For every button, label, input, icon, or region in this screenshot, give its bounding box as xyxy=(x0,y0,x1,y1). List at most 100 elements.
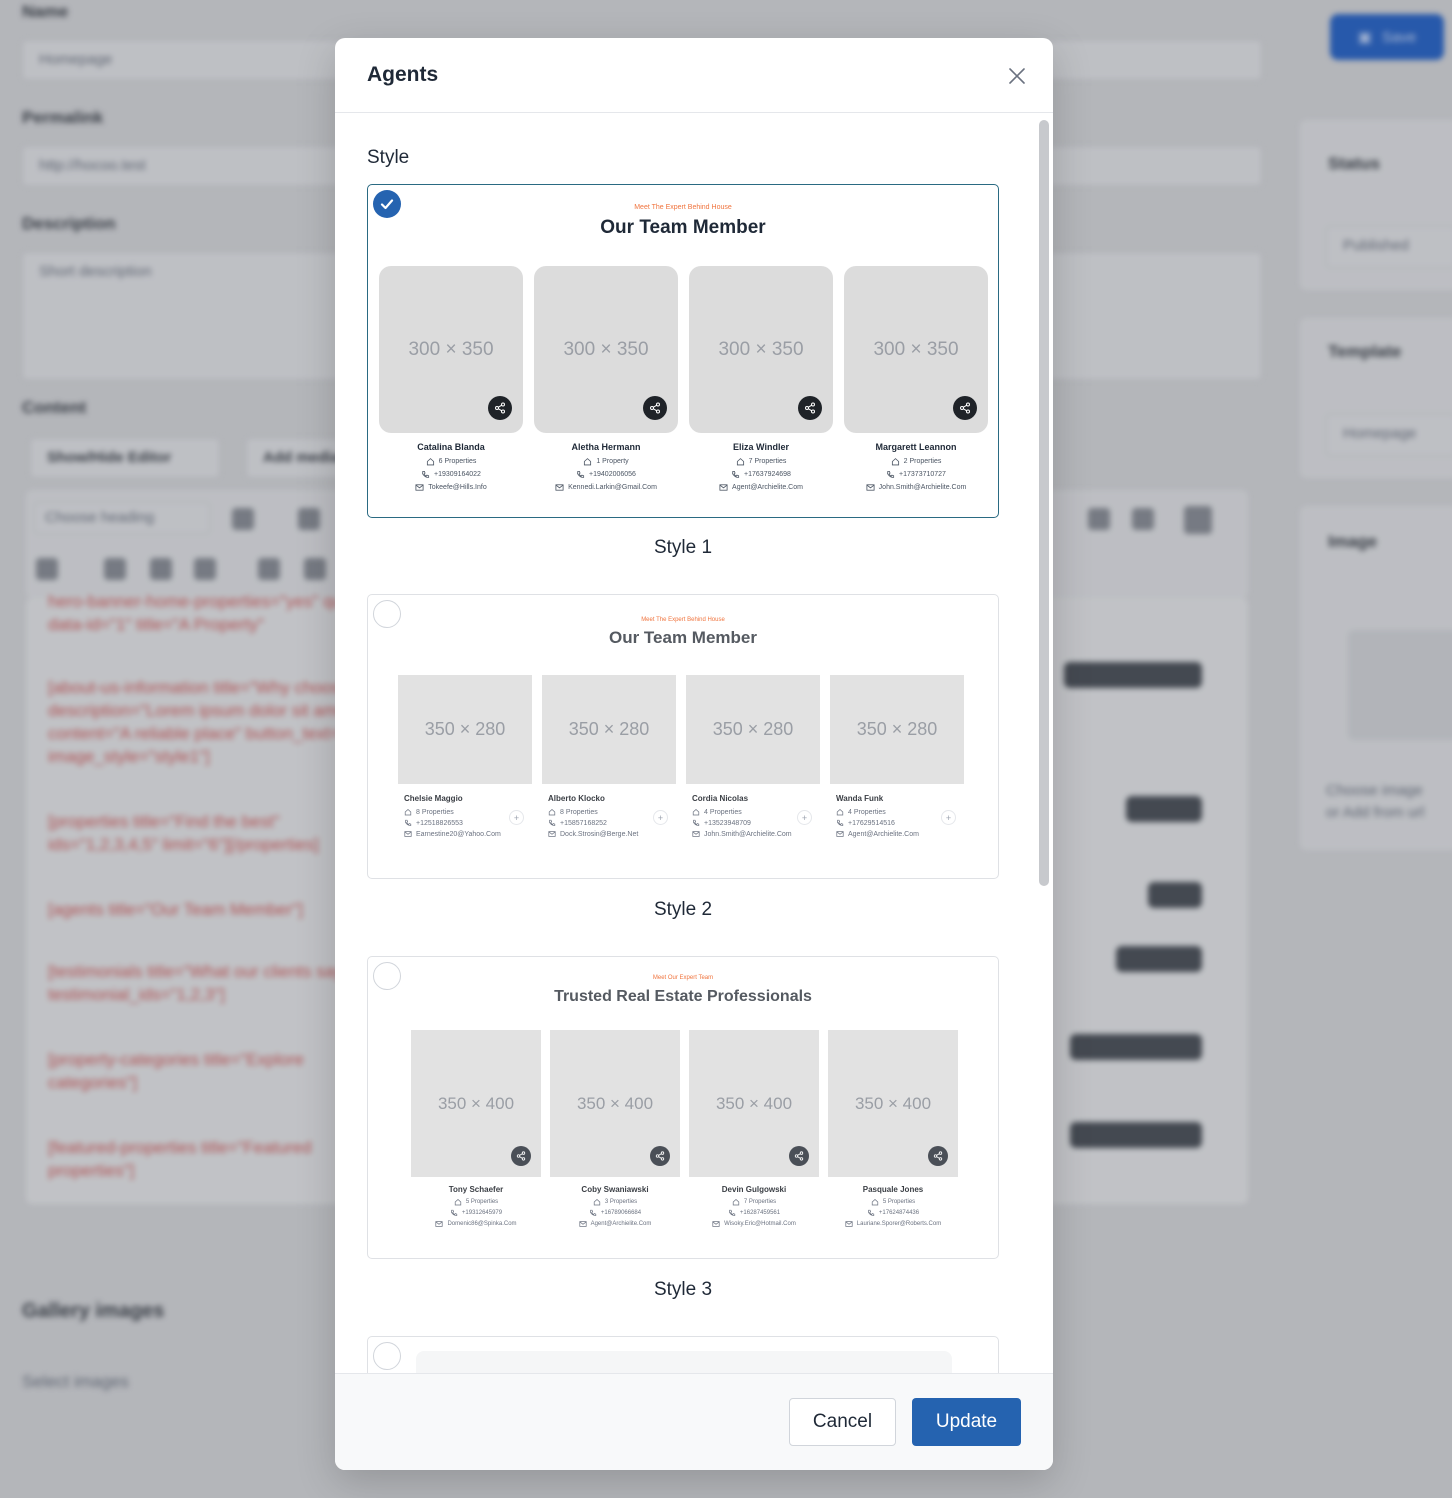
phone-icon xyxy=(577,470,585,478)
agent-name: Tony Schaefer xyxy=(448,1185,504,1194)
share-icon xyxy=(798,396,822,420)
preview-subtitle: Meet The Expert Behind House xyxy=(641,617,725,623)
home-icon xyxy=(548,808,556,816)
agent-name: Alberto Klocko xyxy=(548,794,605,803)
email-address: Agent@Archielite.Com xyxy=(732,484,803,491)
agent-info: Alberto Klocko 8 Properties +15857168252… xyxy=(542,794,676,841)
agent-card: 350 × 280 Cordia Nicolas 4 Properties +1… xyxy=(686,675,820,841)
email-address: Agent@Archielite.Com xyxy=(848,830,919,838)
agent-email: Kennedi.Larkin@Gmail.Com xyxy=(555,483,657,492)
style-option-1[interactable]: Meet The Expert Behind House Our Team Me… xyxy=(367,184,999,518)
modal-footer: Cancel Update xyxy=(335,1373,1053,1470)
mail-icon xyxy=(435,1221,443,1227)
plus-icon: + xyxy=(797,810,812,825)
agent-phone: +19309164022 xyxy=(421,470,481,479)
properties-count: 3 Properties xyxy=(604,1199,638,1205)
photo-size-label: 300 × 350 xyxy=(718,338,804,360)
photo-size-label: 350 × 400 xyxy=(715,1093,793,1113)
email-address: Earnestine20@Yahoo.Com xyxy=(416,830,501,838)
properties-count: 5 Properties xyxy=(882,1199,916,1205)
phone-icon xyxy=(422,470,430,478)
home-icon xyxy=(426,458,434,466)
style-caption: Style 2 xyxy=(653,899,713,920)
phone-icon xyxy=(549,819,556,826)
share-icon xyxy=(928,1146,948,1166)
properties-count: 8 Properties xyxy=(416,808,454,816)
photo-size-label: 300 × 350 xyxy=(563,338,649,360)
agent-email: Agent@Archielite.Com xyxy=(836,830,919,838)
email-address: Kennedi.Larkin@Gmail.Com xyxy=(568,484,657,491)
share-icon xyxy=(511,1146,531,1166)
agent-properties: 8 Properties xyxy=(548,808,638,816)
mail-icon xyxy=(415,484,424,491)
email-address: Lauriane.Sporer@Roberts.Com xyxy=(856,1221,942,1227)
preview-heading: Trusted Real Estate Professionals xyxy=(554,988,812,1005)
agent-card: 350 × 280 Chelsie Maggio 8 Properties +1… xyxy=(398,675,532,841)
home-icon xyxy=(836,808,844,816)
photo-size-label: 300 × 350 xyxy=(873,338,959,360)
agent-properties: 2 Properties xyxy=(891,457,942,466)
agent-phone: +19402006056 xyxy=(576,470,636,479)
email-address: Domenic86@Spinka.Com xyxy=(447,1221,517,1227)
agent-info: Chelsie Maggio 8 Properties +12518826553… xyxy=(398,794,532,841)
modal-body: Style Meet The Expert Behind House Our T… xyxy=(335,114,1053,1373)
style-caption: Style 3 xyxy=(653,1279,713,1300)
cancel-button[interactable]: Cancel xyxy=(789,1398,896,1446)
style-radio[interactable] xyxy=(373,962,401,990)
agent-name: Chelsie Maggio xyxy=(404,794,463,803)
photo-size-label: 350 × 280 xyxy=(424,719,506,739)
phone-icon xyxy=(589,1209,597,1216)
photo-size-label: 300 × 350 xyxy=(408,338,494,360)
agent-photo-placeholder: 350 × 400 xyxy=(828,1030,958,1177)
share-icon xyxy=(650,1146,670,1166)
properties-count: 2 Properties xyxy=(903,458,942,465)
phone-icon xyxy=(867,1209,875,1216)
agent-phone: +17624874436 xyxy=(867,1209,919,1217)
agent-properties: 4 Properties xyxy=(692,808,792,816)
mail-icon xyxy=(712,1221,720,1227)
agent-name: Aletha Hermann xyxy=(571,442,641,452)
update-button[interactable]: Update xyxy=(912,1398,1021,1446)
modal-title: Agents xyxy=(367,63,439,86)
phone-number: +17629514516 xyxy=(848,819,895,827)
agent-photo-placeholder: 350 × 400 xyxy=(550,1030,680,1177)
agent-photo-placeholder: 300 × 350 xyxy=(379,266,523,433)
phone-icon xyxy=(837,819,844,826)
agent-info: Wanda Funk 4 Properties +17629514516 Age… xyxy=(830,794,964,841)
phone-number: +19402006056 xyxy=(589,471,636,478)
preview-heading: Our Team Member xyxy=(600,217,766,238)
modal-scrollbar[interactable] xyxy=(1039,120,1049,886)
style-preview-placeholder xyxy=(416,1351,952,1373)
agent-name: Wanda Funk xyxy=(836,794,884,803)
home-icon xyxy=(736,458,744,466)
plus-icon: + xyxy=(653,810,668,825)
style-radio[interactable] xyxy=(373,600,401,628)
photo-size-label: 350 × 400 xyxy=(437,1093,515,1113)
agents-modal: Agents Style Meet The Expert Behind Hous… xyxy=(335,38,1053,1470)
preview-subtitle: Meet Our Expert Team xyxy=(652,975,714,981)
agent-properties: 5 Properties xyxy=(871,1198,915,1206)
preview-heading: Our Team Member xyxy=(608,628,757,647)
agent-card: 300 × 350 Aletha Hermann 1 Property +194… xyxy=(534,266,678,496)
agent-card: 350 × 280 Alberto Klocko 8 Properties +1… xyxy=(542,675,676,841)
agent-card: 300 × 350 Margarett Leannon 2 Properties… xyxy=(844,266,988,496)
agent-email: Dock.Strosin@Berge.Net xyxy=(548,830,638,838)
style-option-2[interactable]: Meet The Expert Behind House Our Team Me… xyxy=(367,594,999,879)
close-icon[interactable] xyxy=(1007,66,1027,86)
style-option-4[interactable] xyxy=(367,1336,999,1373)
style-radio[interactable] xyxy=(373,1342,401,1370)
properties-count: 8 Properties xyxy=(560,808,598,816)
home-icon xyxy=(891,458,899,466)
agent-email: John.Smith@Archielite.Com xyxy=(692,830,792,838)
phone-number: +19312645979 xyxy=(461,1210,503,1216)
style-radio-selected[interactable] xyxy=(373,190,401,218)
agent-email: Lauriane.Sporer@Roberts.Com xyxy=(845,1220,941,1228)
mail-icon xyxy=(845,1221,853,1227)
agent-card: 350 × 400 Tony Schaefer 5 Properties +19… xyxy=(411,1030,541,1231)
home-icon xyxy=(404,808,412,816)
agent-photo-placeholder: 300 × 350 xyxy=(844,266,988,433)
agent-info: Cordia Nicolas 4 Properties +13523948709… xyxy=(686,794,820,841)
style-option-3[interactable]: Meet Our Expert Team Trusted Real Estate… xyxy=(367,956,999,1259)
mail-icon xyxy=(579,1221,587,1227)
share-icon xyxy=(488,396,512,420)
